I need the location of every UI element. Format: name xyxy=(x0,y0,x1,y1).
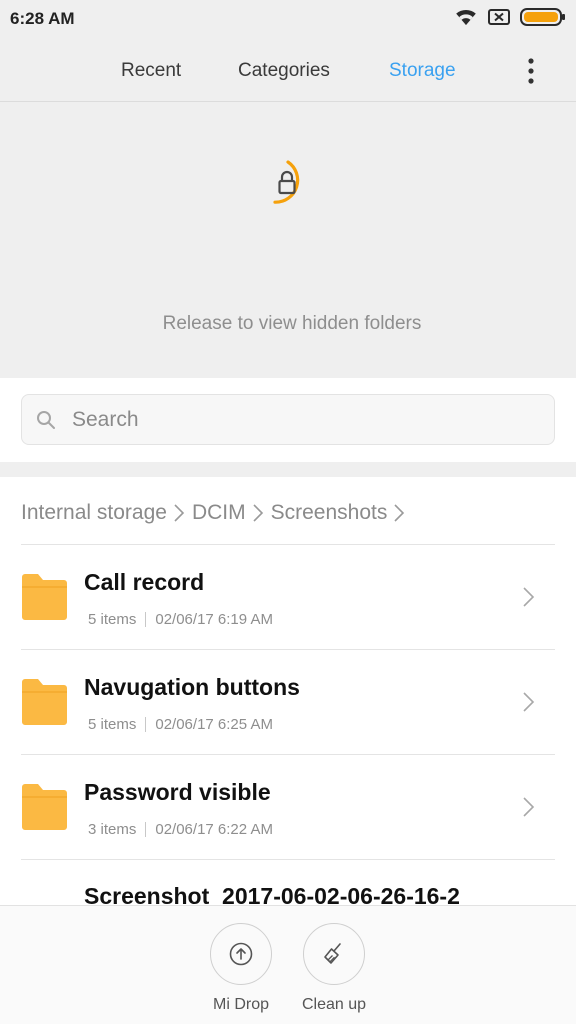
mi-drop-label: Mi Drop xyxy=(212,996,269,1013)
status-icons xyxy=(454,7,566,32)
top-area: 6:28 AM Recent Categories Storage Releas… xyxy=(0,0,576,378)
mi-drop-circle[interactable] xyxy=(210,923,272,985)
folder-name: Navugation buttons xyxy=(84,674,300,700)
wifi-icon xyxy=(454,7,478,32)
bottom-action-bar: Mi Drop Clean up xyxy=(0,905,576,1024)
tab-recent[interactable]: Recent xyxy=(121,60,181,82)
chevron-right-icon xyxy=(253,504,263,522)
more-vert-icon[interactable] xyxy=(518,56,544,86)
folder-name: Password visible xyxy=(84,779,271,805)
modified-date: 02/06/17 6:19 AM xyxy=(155,611,273,628)
folder-row-navugation-buttons[interactable]: Navugation buttons 5 items 02/06/17 6:25… xyxy=(0,649,576,754)
file-row-screenshot[interactable]: Screenshot_2017-06-02-06-26-16-2 xyxy=(0,859,576,907)
folder-row-call-record[interactable]: Call record 5 items 02/06/17 6:19 AM xyxy=(0,544,576,649)
release-message: Release to view hidden folders xyxy=(162,313,422,334)
modified-date: 02/06/17 6:25 AM xyxy=(155,716,273,733)
chevron-right-icon xyxy=(523,797,535,817)
file-manager-screen: 6:28 AM Recent Categories Storage Releas… xyxy=(0,0,576,1024)
folder-icon xyxy=(22,784,67,830)
item-count: 3 items xyxy=(88,821,137,838)
tab-storage[interactable]: Storage xyxy=(389,60,456,82)
chevron-right-icon xyxy=(174,504,185,522)
folder-meta: 5 items 02/06/17 6:19 AM xyxy=(88,611,273,628)
row-divider xyxy=(21,649,555,650)
search-input[interactable] xyxy=(72,395,542,444)
chevron-right-icon xyxy=(523,587,535,607)
meta-separator xyxy=(145,822,147,837)
folder-name: Call record xyxy=(84,569,205,595)
row-divider xyxy=(21,859,555,860)
lock-icon xyxy=(255,152,319,216)
clean-up-button[interactable]: Clean up xyxy=(284,923,384,1014)
file-list: Call record 5 items 02/06/17 6:19 AM Nav… xyxy=(0,544,576,859)
battery-icon xyxy=(520,7,566,32)
clean-up-label: Clean up xyxy=(301,996,367,1013)
folder-meta: 5 items 02/06/17 6:25 AM xyxy=(88,716,273,733)
section-divider xyxy=(0,462,576,477)
breadcrumb-screenshots[interactable]: Screenshots xyxy=(271,501,388,525)
breadcrumb-internal-storage[interactable]: Internal storage xyxy=(21,501,167,525)
upload-icon xyxy=(229,942,253,966)
chevron-right-icon xyxy=(523,692,535,712)
item-count: 5 items xyxy=(88,716,137,733)
row-divider xyxy=(21,544,555,545)
folder-meta: 3 items 02/06/17 6:22 AM xyxy=(88,821,273,838)
search-icon xyxy=(36,410,56,430)
search-section xyxy=(0,378,576,462)
hidden-folders-zone[interactable]: Release to view hidden folders xyxy=(0,103,576,378)
status-time: 6:28 AM xyxy=(10,9,75,28)
modified-date: 02/06/17 6:22 AM xyxy=(155,821,273,838)
meta-separator xyxy=(145,717,147,732)
item-count: 5 items xyxy=(88,611,137,628)
mi-drop-button[interactable]: Mi Drop xyxy=(191,923,291,1014)
broom-icon xyxy=(324,943,341,964)
breadcrumb: Internal storage DCIM Screenshots xyxy=(21,498,412,528)
clean-up-circle[interactable] xyxy=(303,923,365,985)
row-divider xyxy=(21,754,555,755)
chevron-right-icon xyxy=(394,504,405,522)
search-box[interactable] xyxy=(21,394,555,445)
tab-categories[interactable]: Categories xyxy=(238,60,330,82)
folder-icon xyxy=(22,574,67,620)
no-sim-icon xyxy=(488,8,510,31)
folder-row-password-visible[interactable]: Password visible 3 items 02/06/17 6:22 A… xyxy=(0,754,576,859)
folder-icon xyxy=(22,679,67,725)
tab-bar: Recent Categories Storage xyxy=(0,40,576,102)
status-bar: 6:28 AM xyxy=(0,0,576,40)
breadcrumb-dcim[interactable]: DCIM xyxy=(192,501,246,525)
meta-separator xyxy=(145,612,147,627)
file-name: Screenshot_2017-06-02-06-26-16-2 xyxy=(84,883,460,907)
